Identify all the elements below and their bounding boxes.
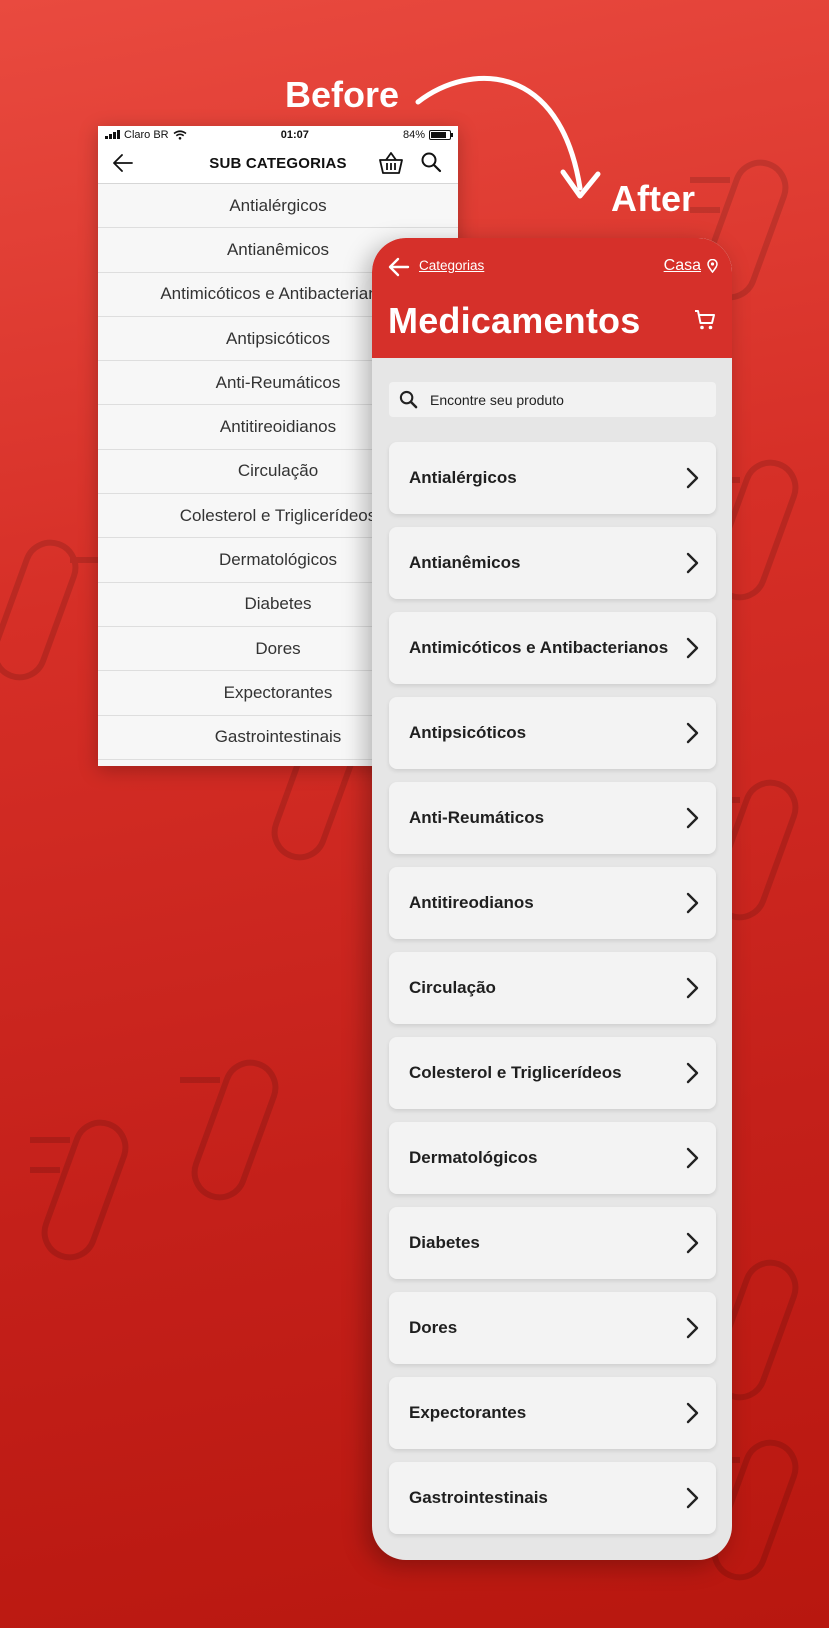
arrow-left-icon[interactable] — [388, 257, 410, 277]
pill-icon — [180, 1059, 279, 1201]
after-label: After — [611, 178, 696, 219]
category-card[interactable]: Colesterol e Triglicerídeos — [389, 1037, 716, 1109]
search-icon — [399, 390, 418, 409]
before-label: Before — [285, 74, 400, 115]
chevron-right-icon — [686, 1062, 699, 1084]
signal-icon — [105, 130, 120, 139]
search-input[interactable] — [430, 391, 700, 408]
status-bar: Claro BR 01:07 84% — [98, 126, 458, 143]
status-time: 01:07 — [280, 128, 309, 141]
category-card-label: Diabetes — [409, 1233, 480, 1252]
chevron-right-icon — [686, 977, 699, 999]
chevron-right-icon — [686, 1487, 699, 1509]
category-card-label: Circulação — [409, 978, 496, 997]
chevron-right-icon — [686, 1317, 699, 1339]
carrier-name: Claro BR — [124, 128, 169, 141]
category-card-label: Expectorantes — [409, 1403, 527, 1422]
category-card[interactable]: Anti-Reumáticos — [389, 782, 716, 854]
location-selector[interactable]: Casa — [664, 257, 718, 275]
page-title: SUB CATEGORIAS — [209, 154, 347, 172]
category-card[interactable]: Antimicóticos e Antibacterianos — [389, 612, 716, 684]
category-card[interactable]: Diabetes — [389, 1207, 716, 1279]
category-card-label: Antialérgicos — [409, 468, 517, 487]
category-card-label: Antimicóticos e Antibacterianos — [409, 638, 669, 657]
location-pin-icon — [707, 259, 718, 273]
category-card[interactable]: Antianêmicos — [389, 527, 716, 599]
category-card[interactable]: Gastrointestinais — [389, 1462, 716, 1534]
cart-icon[interactable] — [694, 309, 716, 331]
category-card[interactable]: Antipsicóticos — [389, 697, 716, 769]
search-bar — [389, 382, 716, 417]
category-card[interactable]: Dermatológicos — [389, 1122, 716, 1194]
category-card-label: Gastrointestinais — [409, 1488, 548, 1507]
category-card[interactable]: Expectorantes — [389, 1377, 716, 1449]
chevron-right-icon — [686, 552, 699, 574]
battery-percent: 84% — [402, 128, 425, 141]
location-label: Casa — [663, 257, 701, 274]
battery-icon — [428, 129, 453, 140]
category-card[interactable]: Antitireodianos — [389, 867, 716, 939]
chevron-right-icon — [686, 1147, 699, 1169]
after-screen: Categorias Casa Medicamentos Antialérgic… — [372, 238, 732, 1560]
chevron-right-icon — [686, 467, 699, 489]
chevron-right-icon — [686, 1232, 699, 1254]
category-card-label: Antipsicóticos — [409, 723, 527, 742]
category-card[interactable]: Circulação — [389, 952, 716, 1024]
chevron-right-icon — [686, 1402, 699, 1424]
category-card[interactable]: Dores — [389, 1292, 716, 1364]
category-card-label: Antianêmicos — [409, 553, 521, 572]
search-icon[interactable] — [420, 151, 442, 173]
chevron-right-icon — [686, 807, 699, 829]
page-title: Medicamentos — [388, 300, 641, 341]
pill-icon — [30, 1119, 129, 1261]
category-card-label: Colesterol e Triglicerídeos — [409, 1063, 622, 1082]
basket-icon[interactable] — [378, 151, 404, 175]
chevron-right-icon — [686, 722, 699, 744]
arrow-left-icon[interactable] — [112, 153, 134, 173]
chevron-right-icon — [686, 892, 699, 914]
category-card-list: Antialérgicos Antianêmicos Antimicóticos… — [389, 442, 716, 1547]
category-card[interactable]: Antialérgicos — [389, 442, 716, 514]
category-card-label: Antitireodianos — [409, 893, 534, 912]
after-header: Categorias Casa Medicamentos — [372, 238, 732, 358]
chevron-right-icon — [686, 637, 699, 659]
breadcrumb-link[interactable]: Categorias — [419, 258, 484, 273]
before-header: SUB CATEGORIAS — [98, 143, 458, 184]
category-card-label: Dermatológicos — [409, 1148, 538, 1167]
category-card-label: Anti-Reumáticos — [409, 808, 545, 827]
category-card-label: Dores — [409, 1318, 458, 1337]
wifi-icon — [173, 129, 187, 140]
list-item[interactable]: Antialérgicos — [98, 184, 458, 229]
